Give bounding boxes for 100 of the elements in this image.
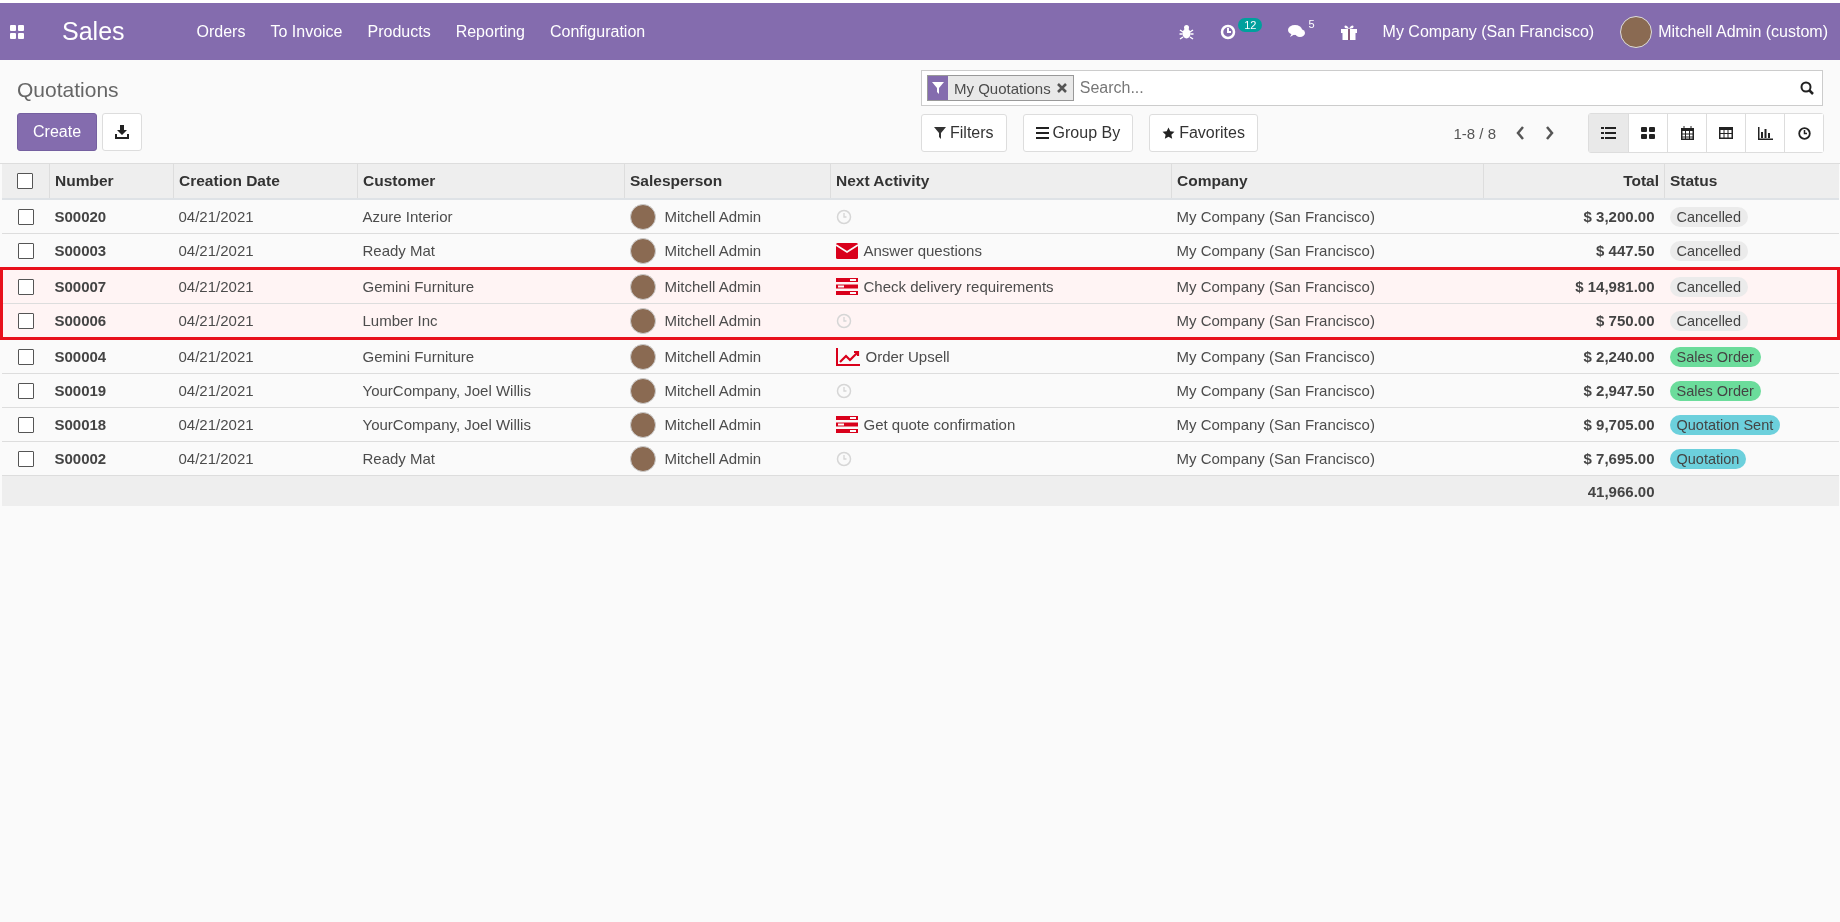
row-checkbox[interactable] bbox=[17, 450, 34, 467]
total-amount: $ 750.00 bbox=[1483, 303, 1665, 339]
order-number[interactable]: S00019 bbox=[49, 373, 174, 408]
column-header[interactable]: Number bbox=[49, 164, 174, 199]
view-switch-button[interactable] bbox=[1589, 114, 1628, 152]
view-switch-button[interactable] bbox=[1745, 114, 1784, 152]
table-cell: Mitchell Admin bbox=[664, 416, 762, 433]
table-cell: 04/21/2021 bbox=[173, 199, 358, 234]
table-cell: My Company (San Francisco) bbox=[1171, 268, 1484, 304]
envelope-icon[interactable] bbox=[835, 242, 858, 259]
apps-grid-icon[interactable] bbox=[10, 24, 24, 39]
pager-value[interactable]: 1-8 / 8 bbox=[1453, 124, 1496, 142]
table-cell: Gemini Furniture bbox=[357, 338, 625, 374]
table-cell: 04/21/2021 bbox=[173, 338, 358, 374]
total-amount: $ 2,947.50 bbox=[1483, 373, 1665, 408]
table-cell: YourCompany, Joel Willis bbox=[357, 373, 625, 408]
table-cell: Mitchell Admin bbox=[664, 208, 762, 225]
table-cell: YourCompany, Joel Willis bbox=[357, 407, 625, 442]
order-number[interactable]: S00006 bbox=[49, 303, 174, 339]
column-header[interactable]: Status bbox=[1664, 164, 1839, 199]
filters-button[interactable]: Filters bbox=[921, 114, 1007, 152]
column-header[interactable]: Next Activity bbox=[830, 164, 1172, 199]
order-number[interactable]: S00007 bbox=[49, 268, 174, 304]
status-tag: Quotation bbox=[1669, 449, 1747, 469]
row-checkbox[interactable] bbox=[17, 208, 34, 225]
view-switch-button[interactable] bbox=[1628, 114, 1667, 152]
tasks-icon[interactable] bbox=[835, 278, 858, 295]
column-header[interactable]: Salesperson bbox=[624, 164, 831, 199]
filter-facet[interactable]: My Quotations bbox=[927, 75, 1074, 101]
avatar bbox=[629, 237, 656, 264]
search-icon[interactable] bbox=[1800, 81, 1814, 95]
row-checkbox[interactable] bbox=[17, 416, 34, 433]
table-cell: Mitchell Admin bbox=[664, 348, 762, 365]
column-header[interactable]: Company bbox=[1171, 164, 1484, 199]
column-header[interactable]: Total bbox=[1483, 164, 1665, 199]
order-number[interactable]: S00020 bbox=[49, 199, 174, 234]
column-header[interactable]: Creation Date bbox=[173, 164, 358, 199]
row-checkbox[interactable] bbox=[17, 348, 34, 365]
company-switcher[interactable]: My Company (San Francisco) bbox=[1382, 22, 1595, 41]
calendar-icon bbox=[1680, 126, 1694, 140]
download-button[interactable] bbox=[102, 113, 143, 151]
chat-icon[interactable] bbox=[1288, 24, 1307, 39]
table-cell: Gemini Furniture bbox=[357, 268, 625, 304]
table-cell: My Company (San Francisco) bbox=[1171, 338, 1484, 374]
list-icon bbox=[1601, 127, 1616, 139]
row-checkbox[interactable] bbox=[17, 242, 34, 259]
avatar bbox=[629, 377, 656, 404]
total-amount: $ 3,200.00 bbox=[1483, 199, 1665, 234]
row-checkbox[interactable] bbox=[17, 382, 34, 399]
column-header[interactable]: Customer bbox=[357, 164, 625, 199]
menu-item[interactable]: Reporting bbox=[455, 22, 525, 41]
list-lines-icon bbox=[1035, 127, 1049, 139]
group-by-button[interactable]: Group By bbox=[1022, 114, 1134, 152]
table-icon bbox=[1719, 127, 1733, 139]
table-cell: 04/21/2021 bbox=[173, 303, 358, 339]
table-cell: 04/21/2021 bbox=[173, 373, 358, 408]
page-title: Quotations bbox=[17, 78, 120, 103]
status-tag: Cancelled bbox=[1669, 207, 1748, 227]
order-number[interactable]: S00018 bbox=[49, 407, 174, 442]
row-checkbox[interactable] bbox=[18, 312, 35, 329]
status-tag: Cancelled bbox=[1669, 241, 1748, 261]
line-chart-icon[interactable] bbox=[835, 347, 860, 366]
favorites-button[interactable]: Favorites bbox=[1149, 114, 1258, 152]
table-cell: Mitchell Admin bbox=[664, 278, 762, 295]
status-tag: Cancelled bbox=[1669, 311, 1748, 331]
status-tag: Cancelled bbox=[1669, 277, 1748, 297]
star-icon bbox=[1162, 126, 1176, 140]
activity-label: Answer questions bbox=[863, 242, 982, 259]
table-cell: 04/21/2021 bbox=[173, 407, 358, 442]
view-switch-button[interactable] bbox=[1706, 114, 1745, 152]
menu-item[interactable]: Orders bbox=[196, 22, 246, 41]
order-number[interactable]: S00004 bbox=[49, 338, 174, 374]
menu-item[interactable]: To Invoice bbox=[270, 22, 343, 41]
row-checkbox[interactable] bbox=[18, 278, 35, 295]
app-title[interactable]: Sales bbox=[62, 17, 125, 46]
avatar bbox=[629, 445, 656, 472]
filter-icon bbox=[934, 127, 946, 139]
chevron-right-icon[interactable] bbox=[1545, 126, 1554, 140]
avatar bbox=[629, 307, 656, 334]
gift-icon[interactable] bbox=[1340, 23, 1357, 40]
create-button[interactable]: Create bbox=[17, 113, 98, 151]
message-count: 5 bbox=[1308, 18, 1315, 30]
tiles-icon bbox=[1641, 127, 1655, 139]
table-cell: Azure Interior bbox=[357, 199, 625, 234]
user-avatar[interactable] bbox=[1620, 15, 1653, 48]
activity-label: Order Upsell bbox=[865, 348, 950, 365]
select-all-checkbox[interactable] bbox=[17, 173, 34, 189]
search-field[interactable]: My Quotations Search... bbox=[921, 70, 1823, 106]
menu-item[interactable]: Products bbox=[367, 22, 431, 41]
menu-item[interactable]: Configuration bbox=[550, 22, 646, 41]
bar-chart-icon bbox=[1757, 126, 1773, 140]
chevron-left-icon[interactable] bbox=[1516, 126, 1525, 140]
user-menu[interactable]: Mitchell Admin (custom) bbox=[1658, 22, 1828, 41]
tasks-icon[interactable] bbox=[835, 416, 858, 433]
view-switch-button[interactable] bbox=[1784, 114, 1823, 152]
table-cell: My Company (San Francisco) bbox=[1171, 373, 1484, 408]
status-tag: Sales Order bbox=[1669, 381, 1761, 401]
view-switch-button[interactable] bbox=[1667, 114, 1706, 152]
close-icon[interactable] bbox=[1056, 83, 1067, 93]
bug-icon[interactable] bbox=[1179, 23, 1195, 40]
